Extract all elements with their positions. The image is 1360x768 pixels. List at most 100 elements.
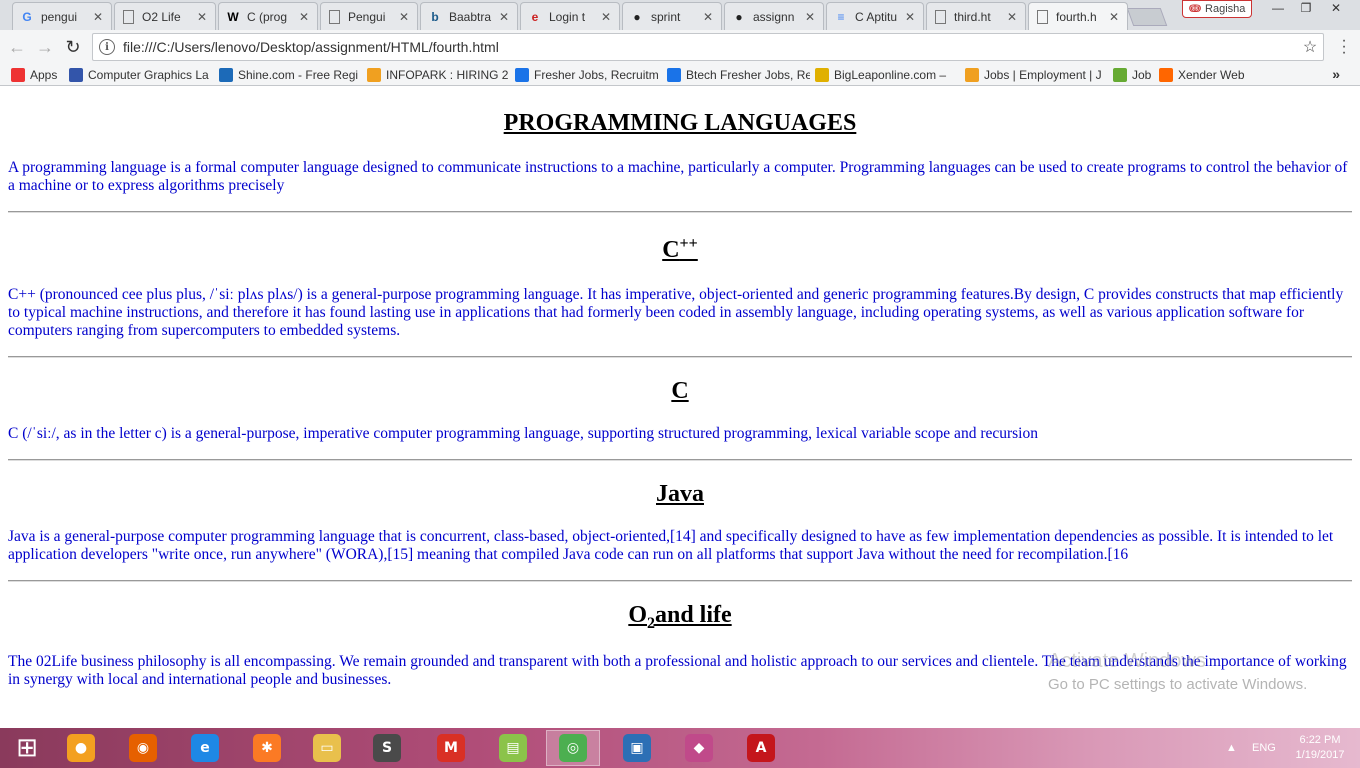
tab-favicon-icon: e	[531, 9, 539, 24]
divider	[8, 356, 1352, 358]
taskbar-start-button[interactable]: ⊞	[0, 730, 54, 766]
tab[interactable]: Gpengui ✕	[12, 2, 112, 30]
bookmark-item[interactable]: Computer Graphics La	[64, 67, 214, 82]
activate-windows-title: Activate Windows	[1048, 650, 1206, 672]
tab-close-icon[interactable]: ✕	[1107, 10, 1121, 24]
bookmark-label: Computer Graphics La	[88, 67, 209, 82]
new-tab-button[interactable]	[1126, 8, 1168, 26]
tab-close-icon[interactable]: ✕	[497, 10, 511, 24]
bookmark-favicon-icon	[367, 67, 381, 82]
tab-label: pengui	[41, 9, 78, 24]
bookmark-item[interactable]: Jobs | Employment | J	[960, 67, 1108, 82]
bookmark-favicon-icon	[11, 67, 25, 82]
tray-expand-icon[interactable]: ▲	[1226, 728, 1237, 768]
profile-button[interactable]: ↈ Ragisha	[1182, 0, 1253, 18]
tab[interactable]: Pengui ✕	[320, 2, 418, 30]
bookmark-star-icon[interactable]: ☆	[1297, 37, 1323, 57]
notes-icon: ▤	[499, 734, 527, 762]
explorer-icon: ▭	[313, 734, 341, 762]
tab-label: Pengui	[348, 9, 386, 24]
minimize-button[interactable]: —	[1264, 0, 1292, 18]
clock[interactable]: 6:22 PM 1/19/2017	[1290, 733, 1350, 763]
divider	[8, 211, 1352, 213]
taskbar-ie-button[interactable]: e	[178, 730, 232, 766]
tab[interactable]: ● sprint ✕	[622, 2, 722, 30]
paint-icon: ●	[67, 734, 95, 762]
back-arrow-icon[interactable]: ←	[6, 36, 28, 58]
taskbar: ▲ ENG 6:22 PM 1/19/2017 ⊞ ● ◉ e ✱ ▭ S M ▤ ◎ ▣ ◆ A	[0, 728, 1360, 768]
tab-favicon-icon: b	[431, 9, 439, 24]
bookmark-item[interactable]: Shine.com - Free Regi	[214, 67, 362, 82]
close-window-button[interactable]: ✕	[1322, 0, 1350, 18]
more-bookmarks-icon[interactable]: »	[1332, 66, 1340, 82]
tab-close-icon[interactable]: ✕	[91, 10, 105, 24]
bookmark-favicon-icon	[515, 67, 529, 82]
language-indicator[interactable]: ENG	[1252, 728, 1276, 768]
tab-label: O2 Life	[142, 9, 181, 24]
o2-heading-post: and life	[654, 602, 732, 628]
c-section: C C (/ˈsiː/, as in the letter c) is a ge…	[8, 378, 1352, 443]
tab[interactable]: ≡ C Aptitu ✕	[826, 2, 924, 30]
page-title: PROGRAMMING LANGUAGES	[503, 110, 857, 136]
clock-date: 1/19/2017	[1295, 749, 1345, 761]
taskbar-chrome-button[interactable]: ◎	[546, 730, 600, 766]
java-paragraph: Java is a general-purpose computer progr…	[8, 528, 1334, 563]
bookmark-favicon-icon	[69, 67, 83, 82]
tab[interactable]: third.ht ✕	[926, 2, 1026, 30]
taskbar-xampp-button[interactable]: ✱	[240, 730, 294, 766]
forward-arrow-icon[interactable]: →	[34, 36, 56, 58]
taskbar-acrobat-button[interactable]: A	[734, 730, 788, 766]
bookmark-item[interactable]: Xender Web	[1154, 67, 1264, 82]
taskbar-sublime-button[interactable]: S	[360, 730, 414, 766]
tab[interactable]: b Baabtra ✕	[420, 2, 518, 30]
tab-label: third.ht	[954, 9, 991, 24]
bookmark-item[interactable]: BigLeaponline.com –	[810, 67, 960, 82]
taskbar-notes-button[interactable]: ▤	[486, 730, 540, 766]
url-text[interactable]: file:///C:/Users/lenovo/Desktop/assignme…	[123, 39, 1297, 55]
taskbar-firefox-button[interactable]: ◉	[116, 730, 170, 766]
tab-label: sprint	[651, 9, 681, 24]
tab-close-icon[interactable]: ✕	[297, 10, 311, 24]
tab[interactable]: W C (prog ✕	[218, 2, 318, 30]
bookmark-item[interactable]: Job	[1108, 67, 1154, 82]
bookmarks-bar: Apps Computer Graphics La Shine.com - Free…	[0, 64, 1360, 86]
tab-label: C (prog	[247, 9, 288, 24]
bookmark-label: BigLeaponline.com –	[834, 67, 947, 82]
tab-strip: ↈ Ragisha — ❐ ✕ Gpengui ✕ O2 Life ✕ W C (prog…	[0, 0, 1360, 30]
address-bar[interactable]: i file:///C:/Users/lenovo/Desktop/assign…	[92, 33, 1324, 61]
tab[interactable]: fourth.h ✕	[1028, 2, 1128, 30]
c-heading: C	[671, 378, 689, 404]
bookmark-item[interactable]: Apps	[6, 67, 64, 82]
maximize-button[interactable]: ❐	[1292, 0, 1320, 18]
taskbar-explorer-button[interactable]: ▭	[300, 730, 354, 766]
taskbar-paint-button[interactable]: ●	[54, 730, 108, 766]
tab-close-icon[interactable]: ✕	[1005, 10, 1019, 24]
tab-close-icon[interactable]: ✕	[599, 10, 613, 24]
photos-icon: ▣	[623, 734, 651, 762]
bookmark-label: Job	[1132, 67, 1152, 82]
tab[interactable]: ● assignn ✕	[724, 2, 824, 30]
tab-close-icon[interactable]: ✕	[701, 10, 715, 24]
tab[interactable]: e Login t ✕	[520, 2, 620, 30]
o2-heading: O2and life	[8, 602, 1352, 633]
acrobat-icon: A	[747, 734, 775, 762]
taskbar-apps-tool-button[interactable]: ◆	[672, 730, 726, 766]
bookmark-item[interactable]: INFOPARK : HIRING 2	[362, 67, 510, 82]
cpp-heading: C++	[8, 235, 1352, 264]
tab-favicon-icon: W	[227, 9, 239, 24]
c-paragraph: C (/ˈsiː/, as in the letter c) is a gene…	[8, 425, 1038, 442]
bookmark-item[interactable]: Fresher Jobs, Recruitm	[510, 67, 662, 82]
taskbar-photos-button[interactable]: ▣	[610, 730, 664, 766]
tab-close-icon[interactable]: ✕	[903, 10, 917, 24]
kebab-menu-icon[interactable]: · · ·	[1336, 33, 1352, 61]
tab[interactable]: O2 Life ✕	[114, 2, 216, 30]
tab-close-icon[interactable]: ✕	[195, 10, 209, 24]
info-icon[interactable]: i	[99, 39, 115, 55]
bookmark-label: Btech Fresher Jobs, Re	[686, 67, 810, 82]
reload-icon[interactable]: ↻	[62, 36, 84, 58]
tab-favicon-icon: G	[22, 9, 32, 24]
tab-close-icon[interactable]: ✕	[803, 10, 817, 24]
tab-close-icon[interactable]: ✕	[397, 10, 411, 24]
bookmark-item[interactable]: Btech Fresher Jobs, Re	[662, 67, 810, 82]
taskbar-gmail-button[interactable]: M	[424, 730, 478, 766]
